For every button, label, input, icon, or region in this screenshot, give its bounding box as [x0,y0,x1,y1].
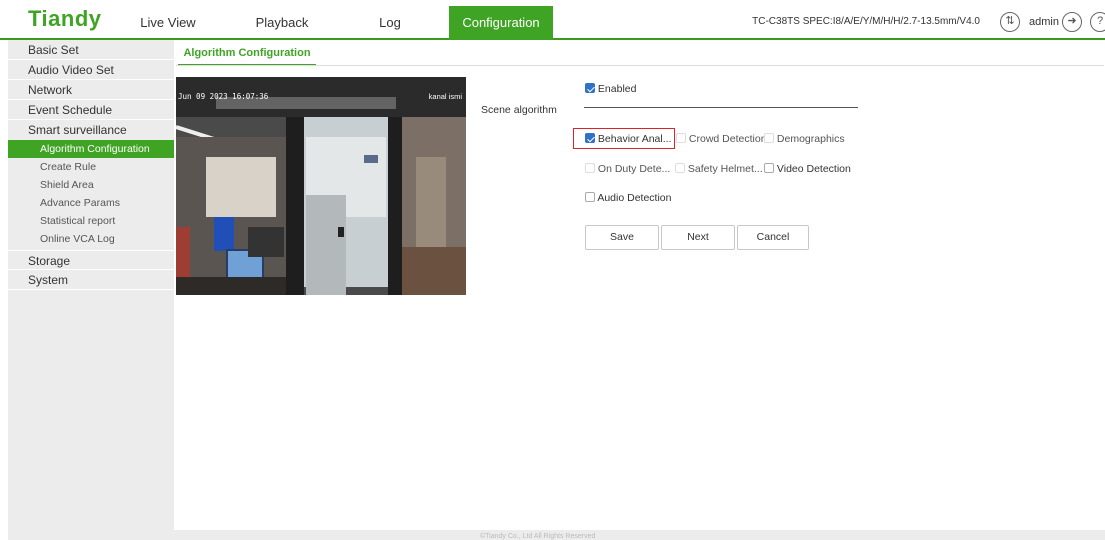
page: Tiandy Live View Playback Log Configurat… [0,0,1105,540]
switch-icon[interactable]: ⇅ [1000,12,1020,32]
sidebar-sub-algorithm-configuration[interactable]: Algorithm Configuration [8,140,174,158]
nav-live-view[interactable]: Live View [128,8,208,40]
sidebar: Basic Set Audio Video Set Network Event … [8,40,174,530]
video-timestamp: Jun 09 2023 16:07:36 [178,92,269,101]
tab-algorithm-configuration[interactable]: Algorithm Configuration [178,42,316,66]
video-preview: Jun 09 2023 16:07:36 kanal ismi [176,77,466,295]
sidebar-sub-online-vca-log[interactable]: Online VCA Log [8,230,174,250]
sidebar-sub-shield-area[interactable]: Shield Area [8,176,174,194]
device-info: TC-C38TS SPEC:I8/A/E/Y/M/H/H/2.7-13.5mm/… [752,16,980,27]
tiandy-logo: Tiandy [28,6,102,31]
nav-configuration[interactable]: Configuration [449,6,553,40]
sidebar-sub-create-rule[interactable]: Create Rule [8,158,174,176]
video-detection-checkbox[interactable] [764,163,774,173]
highlight-box [573,128,675,149]
on-duty-detection-checkbox[interactable] [585,163,595,173]
safety-helmet-label: Safety Helmet... [687,163,763,175]
sidebar-sub-advance-params[interactable]: Advance Params [8,194,174,212]
audio-detection-label: Audio Detection [597,192,672,204]
nav-log[interactable]: Log [360,8,420,40]
safety-helmet-option[interactable]: Safety Helmet... [675,163,763,175]
sidebar-item-basic-set[interactable]: Basic Set [8,40,174,60]
user-name[interactable]: admin [1029,16,1059,28]
crowd-detection-option[interactable]: Crowd Detection [676,133,767,145]
sidebar-sub-statistical-report[interactable]: Statistical report [8,212,174,230]
on-duty-detection-option[interactable]: On Duty Dete... [585,163,670,175]
safety-helmet-checkbox[interactable] [675,163,685,173]
sidebar-item-network[interactable]: Network [8,80,174,100]
enabled-option[interactable]: Enabled [585,83,636,95]
sidebar-item-storage[interactable]: Storage [8,250,174,270]
footer-copyright: ©Tiandy Co., Ltd All Rights Reserved [480,533,596,540]
audio-detection-option[interactable]: Audio Detection [585,192,671,204]
save-button[interactable]: Save [585,225,659,250]
video-detection-option[interactable]: Video Detection [764,163,851,175]
nav-playback[interactable]: Playback [232,8,332,40]
scene-algorithm-label: Scene algorithm [481,104,557,116]
audio-detection-checkbox[interactable] [585,192,595,202]
sidebar-item-system[interactable]: System [8,270,174,290]
enabled-label: Enabled [597,83,637,95]
tab-divider [176,65,1104,66]
sidebar-item-event-schedule[interactable]: Event Schedule [8,100,174,120]
camera-scene-image [176,77,466,295]
cancel-button[interactable]: Cancel [737,225,809,250]
scene-divider [584,107,858,108]
next-button[interactable]: Next [661,225,735,250]
demographics-checkbox[interactable] [764,133,774,143]
sidebar-item-audio-video-set[interactable]: Audio Video Set [8,60,174,80]
video-detection-label: Video Detection [776,163,851,175]
video-channel-name: kanal ismi [428,92,462,101]
crowd-detection-label: Crowd Detection [688,133,767,145]
logout-icon[interactable]: ➜ [1062,12,1082,32]
top-bar: Tiandy Live View Playback Log Configurat… [0,0,1105,40]
on-duty-detection-label: On Duty Dete... [597,163,671,175]
demographics-label: Demographics [776,133,845,145]
demographics-option[interactable]: Demographics [764,133,845,145]
enabled-checkbox[interactable] [585,83,595,93]
crowd-detection-checkbox[interactable] [676,133,686,143]
sidebar-item-smart-surveillance[interactable]: Smart surveillance [8,120,174,140]
help-icon[interactable]: ? [1090,12,1105,32]
